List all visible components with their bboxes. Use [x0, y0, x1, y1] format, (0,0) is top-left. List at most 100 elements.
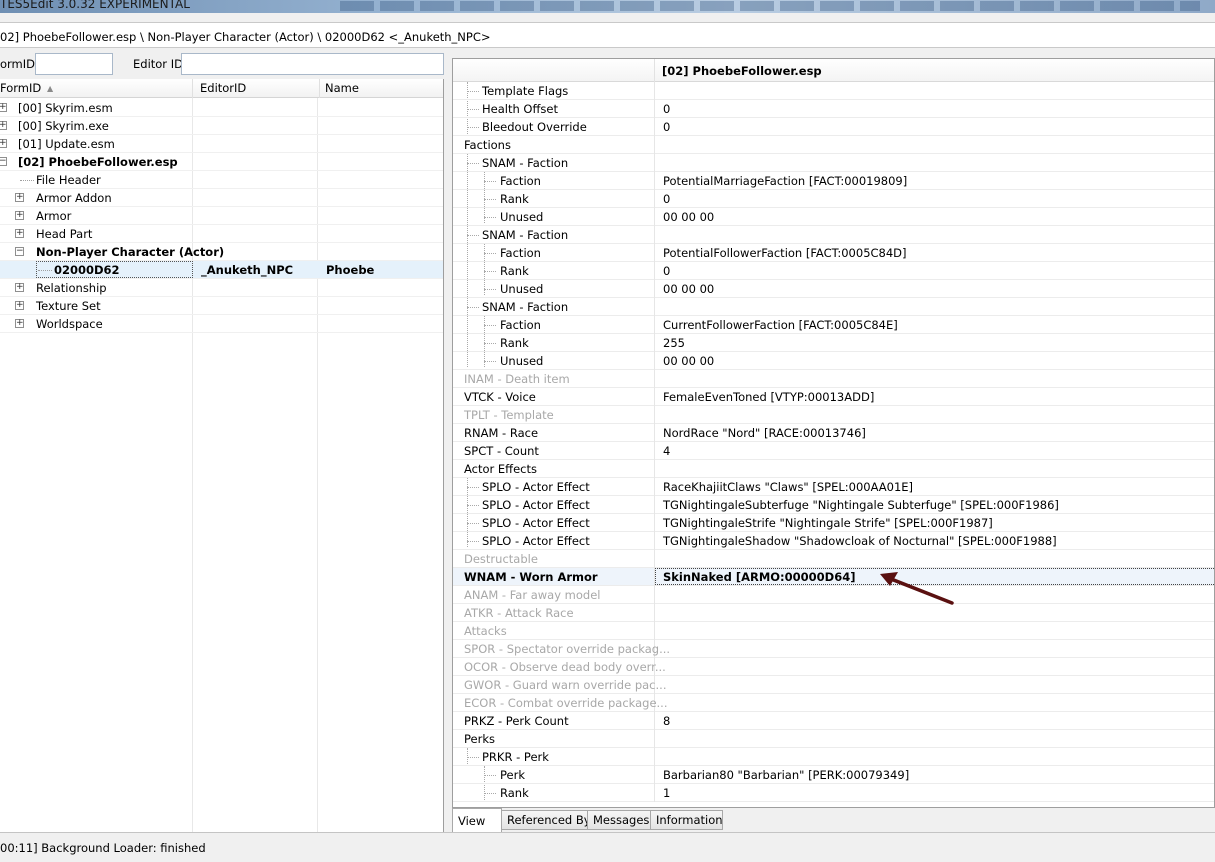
record-row[interactable]: PRKZ - Perk Count 8	[453, 712, 1214, 730]
tree-item-skyrim-esm[interactable]: + [00] Skyrim.esm	[0, 99, 443, 117]
column-editorid[interactable]: EditorID	[195, 79, 320, 98]
collapse-icon[interactable]: −	[0, 157, 7, 166]
record-row[interactable]: Rank 1	[453, 784, 1214, 802]
expand-icon[interactable]: +	[15, 319, 24, 328]
expand-icon[interactable]: +	[0, 139, 7, 148]
tree-item-02000d62[interactable]: 02000D62 _Anuketh_NPC Phoebe	[0, 261, 443, 279]
record-view[interactable]: [02] PhoebeFollower.esp Template Flags He…	[452, 58, 1215, 808]
field-value[interactable]: 00 00 00	[663, 208, 714, 226]
field-value[interactable]: 255	[663, 334, 685, 352]
record-row[interactable]: Template Flags	[453, 82, 1214, 100]
expand-icon[interactable]: +	[15, 283, 24, 292]
field-value[interactable]: 0	[663, 118, 670, 136]
pane-splitter[interactable]	[444, 50, 452, 832]
column-formid[interactable]: FormID	[0, 79, 193, 98]
expand-icon[interactable]: +	[0, 103, 7, 112]
tree-item-texture-set[interactable]: + Texture Set	[0, 297, 443, 315]
record-row[interactable]: SNAM - Faction	[453, 298, 1214, 316]
record-row[interactable]: OCOR - Observe dead body overr...	[453, 658, 1214, 676]
record-row[interactable]: TPLT - Template	[453, 406, 1214, 424]
field-value[interactable]: 0	[663, 262, 670, 280]
record-row[interactable]: Perk Barbarian80 "Barbarian" [PERK:000793…	[453, 766, 1214, 784]
record-row[interactable]: VTCK - Voice FemaleEvenToned [VTYP:00013A…	[453, 388, 1214, 406]
record-row[interactable]: Factions	[453, 136, 1214, 154]
tree-item-skyrim-exe[interactable]: + [00] Skyrim.exe	[0, 117, 443, 135]
record-row[interactable]: ANAM - Far away model	[453, 586, 1214, 604]
field-value[interactable]: 00 00 00	[663, 280, 714, 298]
record-row[interactable]: GWOR - Guard warn override pac...	[453, 676, 1214, 694]
tree-item-worldspace[interactable]: + Worldspace	[0, 315, 443, 333]
record-row-worn-armor[interactable]: WNAM - Worn Armor SkinNaked [ARMO:00000D6…	[453, 568, 1214, 586]
tab-view[interactable]: View	[452, 808, 502, 832]
record-row[interactable]: Attacks	[453, 622, 1214, 640]
tab-information[interactable]: Information	[650, 810, 723, 830]
tree-item-update-esm[interactable]: + [01] Update.esm	[0, 135, 443, 153]
record-row[interactable]: SPLO - Actor Effect TGNightingaleStrife "…	[453, 514, 1214, 532]
expand-icon[interactable]: +	[15, 211, 24, 220]
record-row[interactable]: SNAM - Faction	[453, 154, 1214, 172]
field-label: Health Offset	[482, 102, 558, 116]
tree-item-head-part[interactable]: + Head Part	[0, 225, 443, 243]
field-value[interactable]: FemaleEvenToned [VTYP:00013ADD]	[663, 388, 874, 406]
record-row[interactable]: Rank 255	[453, 334, 1214, 352]
field-value[interactable]: NordRace "Nord" [RACE:00013746]	[663, 424, 866, 442]
expand-icon[interactable]: +	[15, 229, 24, 238]
field-value[interactable]: Barbarian80 "Barbarian" [PERK:00079349]	[663, 766, 909, 784]
column-name[interactable]: Name	[320, 79, 443, 98]
expand-icon[interactable]: +	[15, 193, 24, 202]
field-value[interactable]: 1	[663, 784, 670, 802]
field-value[interactable]: TGNightingaleShadow "Shadowcloak of Noct…	[663, 532, 1057, 550]
record-row[interactable]: Perks	[453, 730, 1214, 748]
record-row[interactable]: Destructable	[453, 550, 1214, 568]
record-row[interactable]: INAM - Death item	[453, 370, 1214, 388]
record-row[interactable]: Rank 0	[453, 190, 1214, 208]
record-row[interactable]: Faction CurrentFollowerFaction [FACT:0005…	[453, 316, 1214, 334]
record-row[interactable]: SPOR - Spectator override packag...	[453, 640, 1214, 658]
record-row[interactable]: Faction PotentialFollowerFaction [FACT:00…	[453, 244, 1214, 262]
tree-item-file-header[interactable]: File Header	[0, 171, 443, 189]
record-row[interactable]: SPLO - Actor Effect RaceKhajiitClaws "Cla…	[453, 478, 1214, 496]
record-row[interactable]: Faction PotentialMarriageFaction [FACT:00…	[453, 172, 1214, 190]
field-value[interactable]: 00 00 00	[663, 352, 714, 370]
tree-item-relationship[interactable]: + Relationship	[0, 279, 443, 297]
formid-filter-input[interactable]	[35, 53, 113, 75]
field-value[interactable]: 4	[663, 442, 670, 460]
tree-item-npc-actor[interactable]: − Non-Player Character (Actor)	[0, 243, 443, 261]
tree-item-armor-addon[interactable]: + Armor Addon	[0, 189, 443, 207]
field-value[interactable]: TGNightingaleStrife "Nightingale Strife"…	[663, 514, 993, 532]
record-row[interactable]: ECOR - Combat override package...	[453, 694, 1214, 712]
tab-messages[interactable]: Messages	[587, 810, 651, 830]
tree-item-phoebefollower-esp[interactable]: − [02] PhoebeFollower.esp	[0, 153, 443, 171]
collapse-icon[interactable]: −	[15, 247, 24, 256]
expand-icon[interactable]: +	[0, 121, 7, 130]
record-row[interactable]: SPCT - Count 4	[453, 442, 1214, 460]
editorid-filter-input[interactable]	[181, 53, 444, 75]
field-value[interactable]: TGNightingaleSubterfuge "Nightingale Sub…	[663, 496, 1059, 514]
field-label: ATKR - Attack Race	[464, 606, 574, 620]
field-value[interactable]: 0	[663, 100, 670, 118]
tab-referenced-by[interactable]: Referenced By	[501, 810, 591, 830]
field-value[interactable]: 8	[663, 712, 670, 730]
record-row[interactable]: ATKR - Attack Race	[453, 604, 1214, 622]
field-value[interactable]: PotentialFollowerFaction [FACT:0005C84D]	[663, 244, 907, 262]
record-row[interactable]: Unused 00 00 00	[453, 208, 1214, 226]
field-value[interactable]: 0	[663, 190, 670, 208]
field-value[interactable]: SkinNaked [ARMO:00000D64]	[663, 568, 855, 586]
record-row[interactable]: Unused 00 00 00	[453, 280, 1214, 298]
record-row[interactable]: Health Offset 0	[453, 100, 1214, 118]
record-row[interactable]: SPLO - Actor Effect TGNightingaleShadow "…	[453, 532, 1214, 550]
record-row[interactable]: Unused 00 00 00	[453, 352, 1214, 370]
record-tree[interactable]: FormID ▲ EditorID Name + [00] Skyrim.esm…	[0, 79, 444, 832]
expand-icon[interactable]: +	[15, 301, 24, 310]
record-row[interactable]: RNAM - Race NordRace "Nord" [RACE:0001374…	[453, 424, 1214, 442]
tree-item-armor[interactable]: + Armor	[0, 207, 443, 225]
field-value[interactable]: CurrentFollowerFaction [FACT:0005C84E]	[663, 316, 898, 334]
record-row[interactable]: Bleedout Override 0	[453, 118, 1214, 136]
field-value[interactable]: RaceKhajiitClaws "Claws" [SPEL:000AA01E]	[663, 478, 913, 496]
record-row[interactable]: SNAM - Faction	[453, 226, 1214, 244]
record-row[interactable]: Actor Effects	[453, 460, 1214, 478]
record-row[interactable]: PRKR - Perk	[453, 748, 1214, 766]
field-value[interactable]: PotentialMarriageFaction [FACT:00019809]	[663, 172, 907, 190]
record-row[interactable]: SPLO - Actor Effect TGNightingaleSubterfu…	[453, 496, 1214, 514]
record-row[interactable]: Rank 0	[453, 262, 1214, 280]
